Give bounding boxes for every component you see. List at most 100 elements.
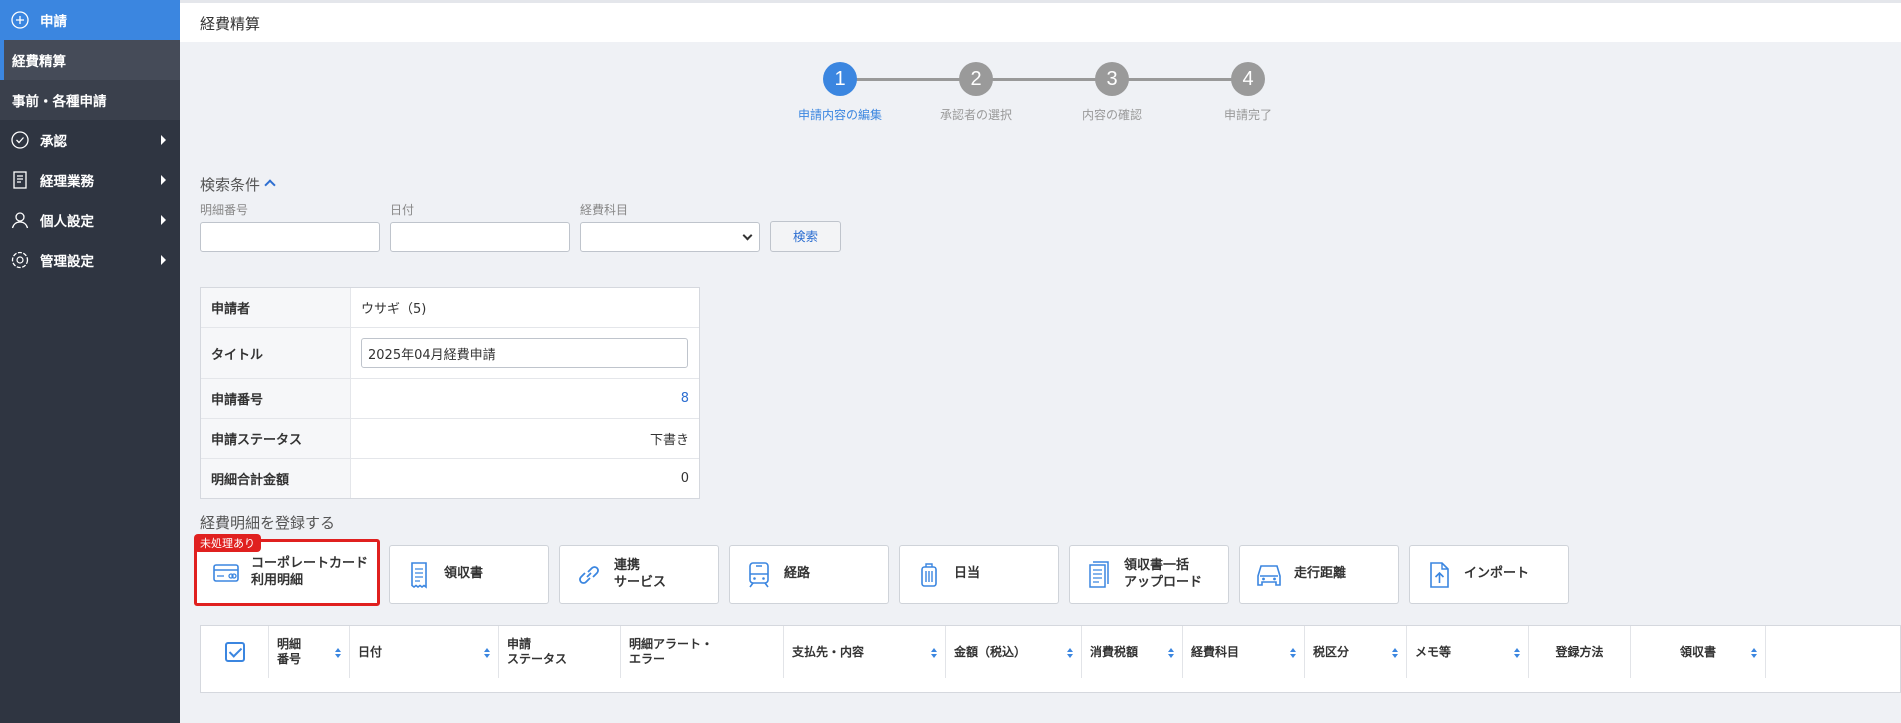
sidebar-item-admin[interactable]: 管理設定 <box>0 240 180 280</box>
sidebar: 申請 経費精算 事前・各種申請 承認 経理業務 個人設定 管理設定 <box>0 0 180 723</box>
button-label: 日当 <box>954 566 981 582</box>
plus-circle-icon <box>10 10 30 30</box>
chevron-down-icon <box>742 230 753 241</box>
receipt-button[interactable]: 領収書 <box>389 545 549 604</box>
column-label: 明細アラート・ エラー <box>629 637 714 666</box>
sidebar-item-label: 申請 <box>40 14 67 30</box>
link-icon <box>579 565 599 584</box>
select-all-checkbox[interactable] <box>224 642 245 662</box>
select-all-column <box>201 626 269 678</box>
page-header: 経費精算 <box>180 0 1901 42</box>
col-payee[interactable]: 支払先・内容 <box>784 626 946 678</box>
sort-icon <box>1514 648 1520 658</box>
column-label: 領収書 <box>1679 644 1716 659</box>
step-1: 1 申請内容の編集 <box>790 62 890 123</box>
file-upload-icon <box>1430 561 1449 588</box>
linked-service-button[interactable]: 連携 サービス <box>559 545 719 604</box>
title-input[interactable]: 2025年04月経費申請 <box>361 338 688 368</box>
bulk-receipt-icon <box>1089 560 1109 588</box>
sidebar-item-apply[interactable]: 申請 <box>0 0 180 40</box>
date-input[interactable] <box>390 222 570 252</box>
detail-number-label: 明細番号 <box>200 203 249 217</box>
column-label: 日付 <box>358 644 383 659</box>
register-section-title: 経費明細を登録する <box>200 514 336 532</box>
account-label: 経費科目 <box>580 203 629 217</box>
sort-icon <box>1392 648 1398 658</box>
caret-right-icon <box>161 215 166 225</box>
column-label: 明細 番号 <box>277 637 302 666</box>
button-label: 領収書一括 アップロード <box>1124 557 1203 590</box>
col-detail-number[interactable]: 明細 番号 <box>269 626 350 678</box>
col-tax[interactable]: 消費税額 <box>1082 626 1183 678</box>
total-amount-value: 0 <box>680 471 689 486</box>
sidebar-item-pre-application[interactable]: 事前・各種申請 <box>0 80 180 120</box>
application-number-link[interactable]: 8 <box>351 379 699 418</box>
col-amount[interactable]: 金額（税込） <box>946 626 1082 678</box>
info-key: 申請者 <box>201 288 351 327</box>
info-row-number: 申請番号 8 <box>201 379 699 419</box>
step-label: 申請完了 <box>1223 108 1272 122</box>
sort-icon <box>1067 648 1073 658</box>
sidebar-item-label: 経理業務 <box>40 174 94 190</box>
button-label: 走行距離 <box>1294 566 1347 582</box>
column-label: 登録方法 <box>1555 644 1604 659</box>
step-number: 4 <box>1231 62 1265 96</box>
detail-number-input[interactable] <box>200 222 380 252</box>
sidebar-item-label: 管理設定 <box>40 254 94 270</box>
sidebar-item-expense[interactable]: 経費精算 <box>0 40 180 80</box>
button-label: 経路 <box>784 566 811 582</box>
status-value: 下書き <box>649 433 689 448</box>
search-button[interactable]: 検索 <box>770 221 841 252</box>
col-registration-method[interactable]: 登録方法 <box>1529 626 1631 678</box>
applicant-value: ウサギ（5) <box>361 302 427 317</box>
info-key: タイトル <box>201 328 351 378</box>
route-button[interactable]: 経路 <box>729 545 889 604</box>
import-button[interactable]: インポート <box>1409 545 1569 604</box>
search-conditions-title: 検索条件 <box>200 176 261 194</box>
step-number: 3 <box>1095 62 1129 96</box>
column-label: 消費税額 <box>1090 644 1139 659</box>
daily-allowance-button[interactable]: 日当 <box>899 545 1059 604</box>
table-header-row: 明細 番号 日付 申請 ステータス 明細アラート・ エラー 支払先・内容 金額（… <box>201 626 1900 678</box>
caret-right-icon <box>161 255 166 265</box>
column-label: 税区分 <box>1313 644 1350 659</box>
col-date[interactable]: 日付 <box>350 626 499 678</box>
page-title: 経費精算 <box>200 15 261 33</box>
sort-icon <box>335 648 341 658</box>
info-row-title: タイトル 2025年04月経費申請 <box>201 328 699 379</box>
sidebar-item-approval[interactable]: 承認 <box>0 120 180 160</box>
info-row-status: 申請ステータス 下書き <box>201 419 699 459</box>
sort-icon <box>1290 648 1296 658</box>
search-conditions-toggle[interactable]: 検索条件 <box>200 174 276 195</box>
info-row-total: 明細合計金額 0 <box>201 459 699 498</box>
mileage-button[interactable]: 走行距離 <box>1239 545 1399 604</box>
column-label: メモ等 <box>1415 644 1452 659</box>
sidebar-item-label: 経費精算 <box>12 54 66 70</box>
col-memo[interactable]: メモ等 <box>1407 626 1529 678</box>
document-icon <box>10 170 30 190</box>
caret-right-icon <box>161 135 166 145</box>
bulk-receipt-upload-button[interactable]: 領収書一括 アップロード <box>1069 545 1229 604</box>
col-alert[interactable]: 明細アラート・ エラー <box>621 626 784 678</box>
col-receipt[interactable]: 領収書 <box>1631 626 1766 678</box>
info-key: 申請番号 <box>201 379 351 418</box>
gear-icon <box>10 250 30 270</box>
column-label: 経費科目 <box>1191 644 1240 659</box>
col-status[interactable]: 申請 ステータス <box>499 626 621 678</box>
step-label: 内容の確認 <box>1081 108 1142 122</box>
sort-icon <box>484 648 490 658</box>
col-tax-category[interactable]: 税区分 <box>1305 626 1407 678</box>
sort-icon <box>931 648 937 658</box>
corporate-card-button[interactable]: 未処理あり コーポレートカード 利用明細 <box>194 534 380 606</box>
col-account[interactable]: 経費科目 <box>1183 626 1305 678</box>
chevron-up-icon <box>264 179 276 191</box>
car-icon <box>1257 564 1281 586</box>
column-label: 支払先・内容 <box>792 644 865 659</box>
account-select[interactable] <box>580 222 760 252</box>
expense-detail-table: 明細 番号 日付 申請 ステータス 明細アラート・ エラー 支払先・内容 金額（… <box>200 625 1901 693</box>
sidebar-item-personal[interactable]: 個人設定 <box>0 200 180 240</box>
info-row-applicant: 申請者 ウサギ（5) <box>201 288 699 328</box>
button-label: インポート <box>1464 566 1530 582</box>
sidebar-item-accounting[interactable]: 経理業務 <box>0 160 180 200</box>
progress-stepper: 1 申請内容の編集 2 承認者の選択 3 内容の確認 4 申請完了 <box>790 60 1310 130</box>
